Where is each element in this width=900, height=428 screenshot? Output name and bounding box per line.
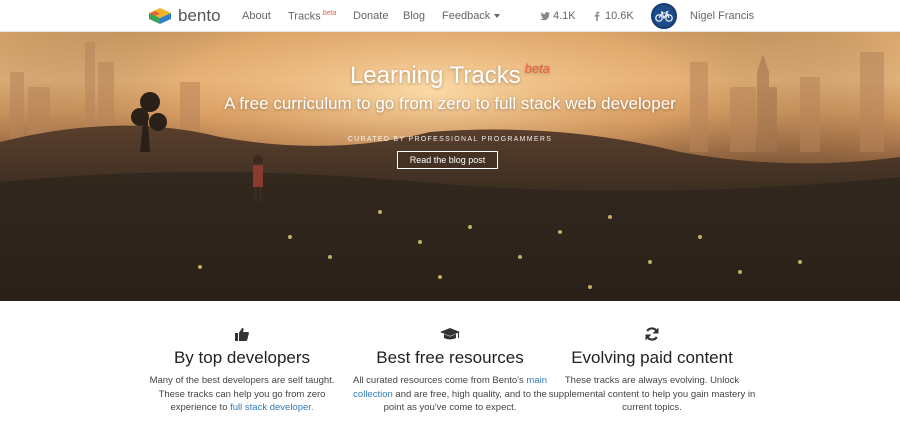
brand-name: bento [178,6,221,25]
feature-text: All curated resources come from Bento's [352,375,527,386]
brand-link[interactable]: bento [148,6,221,26]
feature-paid-content: Evolving paid content These tracks are a… [547,326,757,415]
feature-title: Best free resources [376,348,524,367]
read-blog-post-button[interactable]: Read the blog post [397,151,498,169]
feature-top-developers: By top developers Many of the best devel… [137,326,347,415]
nav-feedback[interactable]: Feedback [442,10,501,22]
nav-tracks-label: Tracks [288,10,321,23]
nav-tracks-beta-badge: beta [322,10,337,17]
feature-title: Evolving paid content [571,348,733,367]
bento-logo-icon [149,8,171,24]
twitter-icon [540,12,550,21]
full-stack-developer-link[interactable]: full stack developer. [230,402,313,413]
user-avatar[interactable] [651,3,677,29]
hero-subtitle: A free curriculum to go from zero to ful… [224,94,676,113]
twitter-share[interactable]: 4.1K [540,10,576,22]
hero-beta-badge: beta [524,61,551,76]
feature-description: Many of the best developers are self tau… [137,374,347,415]
feature-description: These tracks are always evolving. Unlock… [548,375,756,413]
graduation-cap-icon [440,328,460,340]
hero-curated-label: CURATED BY PROFESSIONAL PROGRAMMERS [347,136,553,143]
nav-about[interactable]: About [242,10,271,22]
nav-donate[interactable]: Donate [353,10,388,22]
bicycle-icon [655,10,673,22]
nav-feedback-label: Feedback [442,10,491,22]
refresh-icon [645,327,659,341]
hero-banner: Learning Tracks beta A free curriculum to… [0,32,900,301]
facebook-share[interactable]: 10.6K [592,10,634,22]
facebook-icon [594,11,600,21]
thumbs-up-icon [235,327,249,341]
hero-title-text: Learning Tracks [349,62,521,89]
facebook-count: 10.6K [605,10,634,22]
nav-tracks[interactable]: Tracks beta [288,10,336,23]
user-name-link[interactable]: Nigel Francis [690,10,754,22]
feature-title: By top developers [173,348,311,367]
twitter-count: 4.1K [553,10,576,22]
caret-down-icon [494,14,501,19]
nav-blog[interactable]: Blog [403,10,425,22]
top-navbar: bento About Tracks beta Donate Blog Feedb… [0,0,900,32]
feature-text-after: and are free, high quality, and to the p… [383,388,547,414]
feature-free-resources: Best free resources All curated resource… [345,326,555,415]
hero-title: Learning Tracks beta [0,61,900,90]
feature-description: All curated resources come from Bento's … [345,374,555,415]
